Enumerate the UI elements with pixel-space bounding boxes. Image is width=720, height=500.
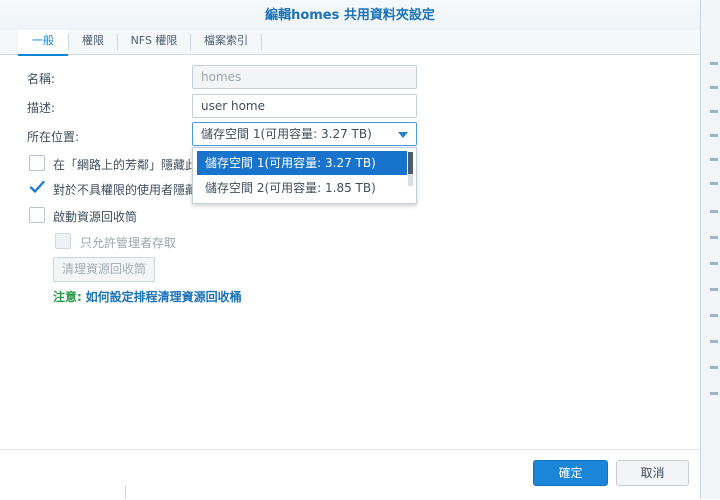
- chevron-down-icon[interactable]: [398, 132, 408, 138]
- tab-bar: 一般 權限 NFS 權限 檔案索引: [0, 30, 700, 56]
- edit-shared-folder-dialog: 編輯homes 共用資料夾設定 一般 權限 NFS 權限 檔案索引 名稱: ho…: [0, 0, 701, 500]
- dropdown-option-volume-1[interactable]: 儲存空間 1(可用容量: 3.27 TB): [197, 151, 407, 175]
- tab-file-indexing[interactable]: 檔案索引: [191, 30, 261, 54]
- hide-subfolders-label: 對於不具權限的使用者隱藏子: [53, 183, 210, 197]
- name-label: 名稱:: [27, 72, 56, 86]
- checkmark-icon[interactable]: [29, 179, 45, 195]
- description-field[interactable]: user home: [192, 94, 417, 118]
- note-line: 注意: 如何設定排程清理資源回收桶: [53, 288, 242, 305]
- admin-only-checkbox[interactable]: [55, 233, 71, 249]
- tab-nfs-permissions[interactable]: NFS 權限: [118, 30, 190, 54]
- location-select-value: 儲存空間 1(可用容量: 3.27 TB): [201, 127, 372, 141]
- recycle-bin-label: 啟動資源回收筒: [53, 210, 138, 224]
- cancel-button[interactable]: 取消: [616, 460, 689, 486]
- tab-permissions[interactable]: 權限: [69, 30, 117, 54]
- background-divider: [125, 486, 126, 499]
- ok-button[interactable]: 確定: [533, 460, 608, 486]
- hide-network-checkbox[interactable]: [29, 155, 45, 171]
- location-label: 所在位置:: [27, 130, 80, 144]
- description-label: 描述:: [27, 101, 56, 115]
- name-field[interactable]: homes: [192, 65, 417, 89]
- location-select[interactable]: 儲存空間 1(可用容量: 3.27 TB): [192, 122, 417, 146]
- note-prefix: 注意:: [53, 290, 82, 304]
- dropdown-option-volume-2[interactable]: 儲存空間 2(可用容量: 1.85 TB): [197, 176, 407, 200]
- location-dropdown-list: 儲存空間 1(可用容量: 3.27 TB) 儲存空間 2(可用容量: 1.85 …: [192, 147, 417, 204]
- dialog-title: 編輯homes 共用資料夾設定: [0, 0, 700, 32]
- recycle-schedule-link[interactable]: 如何設定排程清理資源回收桶: [86, 290, 242, 304]
- admin-only-label: 只允許管理者存取: [80, 236, 177, 250]
- dropdown-scrollbar-thumb[interactable]: [408, 152, 413, 174]
- recycle-bin-checkbox[interactable]: [29, 207, 45, 223]
- empty-recycle-bin-button[interactable]: 清理資源回收筒: [53, 257, 155, 282]
- tab-general[interactable]: 一般: [18, 30, 68, 56]
- background-window-edge: [701, 0, 720, 499]
- hide-network-label: 在「網路上的芳鄰」隱藏此共: [53, 158, 210, 172]
